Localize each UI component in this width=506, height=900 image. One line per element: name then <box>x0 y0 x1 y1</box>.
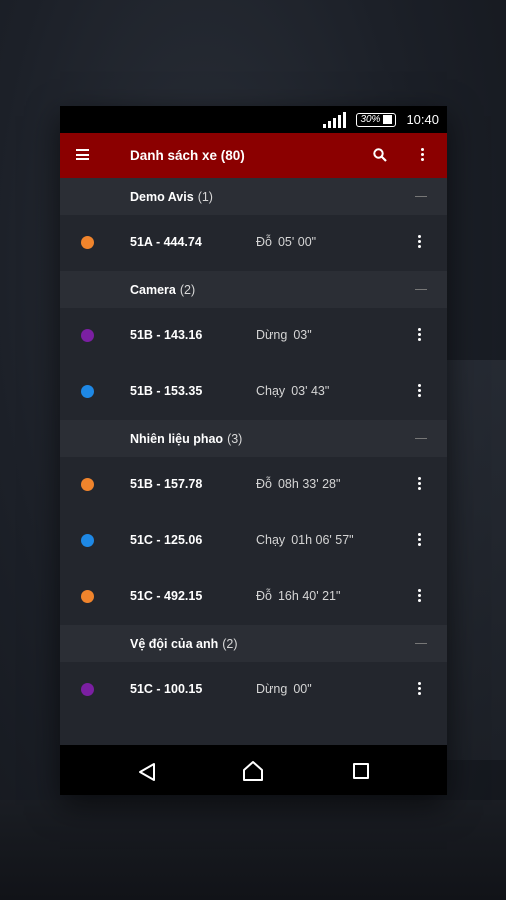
vehicle-duration: 05' 00" <box>277 235 317 249</box>
status-dot <box>81 478 94 491</box>
status-dot <box>81 590 94 603</box>
vehicle-row[interactable]: 51C - 492.15 Đỗ 16h 40' 21" <box>60 569 447 625</box>
phone-screen: 30% 10:40 Danh sách xe (80) Demo Avis (1)… <box>60 106 447 795</box>
vehicle-state: Đỗ 08h 33' 28" <box>256 477 341 491</box>
group-header[interactable]: Nhiên liệu phao (3) <box>60 420 447 457</box>
collapse-icon[interactable] <box>415 643 427 644</box>
vehicle-duration: 03" <box>293 328 312 342</box>
group-count: (2) <box>179 282 196 297</box>
row-menu-icon[interactable] <box>418 682 422 698</box>
vehicle-plate: 51B - 157.78 <box>130 477 203 491</box>
vehicle-row[interactable]: 51A - 444.74 Đỗ 05' 00" <box>60 215 447 271</box>
vehicle-state: Đỗ 16h 40' 21" <box>256 589 341 603</box>
vehicle-state: Đỗ 05' 00" <box>256 235 317 249</box>
row-menu-icon[interactable] <box>418 589 422 605</box>
navigation-bar <box>60 745 447 795</box>
vehicle-plate: 51C - 100.15 <box>130 682 203 696</box>
collapse-icon[interactable] <box>415 289 427 290</box>
page-title: Danh sách xe (80) <box>130 148 245 163</box>
vehicle-row[interactable]: 51C - 125.06 Chạy 01h 06' 57" <box>60 513 447 569</box>
collapse-icon[interactable] <box>415 438 427 439</box>
status-dot <box>81 236 94 249</box>
battery-icon: 30% <box>356 112 397 127</box>
clock: 10:40 <box>406 112 439 127</box>
row-menu-icon[interactable] <box>418 533 422 549</box>
vehicle-row[interactable]: 51B - 143.16 Dừng 03" <box>60 308 447 364</box>
menu-icon[interactable] <box>76 149 89 160</box>
vehicle-state: Dừng 03" <box>256 328 312 342</box>
background-decoration <box>0 800 506 900</box>
vehicle-list: Demo Avis (1) 51A - 444.74 Đỗ 05' 00" Came… <box>60 178 447 718</box>
group-name: Nhiên liệu phao (3) <box>130 431 243 446</box>
vehicle-plate: 51B - 153.35 <box>130 384 203 398</box>
vehicle-plate: 51A - 444.74 <box>130 235 202 249</box>
collapse-icon[interactable] <box>415 196 427 197</box>
vehicle-duration: 00" <box>293 682 312 696</box>
group-name: Camera (2) <box>130 282 196 297</box>
row-menu-icon[interactable] <box>418 235 422 251</box>
vehicle-state: Dừng 00" <box>256 682 312 696</box>
group-header[interactable]: Camera (2) <box>60 271 447 308</box>
vehicle-state: Chạy 03' 43" <box>256 384 330 398</box>
row-menu-icon[interactable] <box>418 384 422 400</box>
home-icon[interactable] <box>242 760 264 782</box>
group-header[interactable]: Demo Avis (1) <box>60 178 447 215</box>
vehicle-row[interactable]: 51C - 100.15 Dừng 00" <box>60 662 447 718</box>
recent-apps-icon[interactable] <box>353 763 369 779</box>
search-icon[interactable] <box>373 148 387 162</box>
charging-icon <box>383 115 393 124</box>
row-menu-icon[interactable] <box>418 477 422 493</box>
vehicle-plate: 51B - 143.16 <box>130 328 203 342</box>
vehicle-duration: 01h 06' 57" <box>291 533 354 547</box>
group-count: (3) <box>227 431 243 446</box>
vehicle-state: Chạy 01h 06' 57" <box>256 533 354 547</box>
overflow-menu-icon[interactable] <box>421 148 425 162</box>
vehicle-duration: 16h 40' 21" <box>277 589 341 603</box>
vehicle-row[interactable]: 51B - 157.78 Đỗ 08h 33' 28" <box>60 457 447 513</box>
group-count: (2) <box>222 636 238 651</box>
group-name: Vệ đội của anh (2) <box>130 636 238 651</box>
vehicle-duration: 03' 43" <box>291 384 330 398</box>
signal-icon <box>323 111 347 128</box>
status-dot <box>81 385 94 398</box>
background-decoration <box>440 360 506 760</box>
app-bar: Danh sách xe (80) <box>60 133 447 178</box>
status-dot <box>81 329 94 342</box>
vehicle-plate: 51C - 125.06 <box>130 533 203 547</box>
back-icon[interactable] <box>138 762 156 782</box>
group-header[interactable]: Vệ đội của anh (2) <box>60 625 447 662</box>
status-dot <box>81 534 94 547</box>
vehicle-plate: 51C - 492.15 <box>130 589 203 603</box>
group-count: (1) <box>197 189 213 204</box>
battery-level: 30% <box>360 114 381 125</box>
status-dot <box>81 683 94 696</box>
group-name: Demo Avis (1) <box>130 189 213 204</box>
vehicle-row[interactable]: 51B - 153.35 Chạy 03' 43" <box>60 364 447 420</box>
row-menu-icon[interactable] <box>418 328 422 344</box>
status-bar: 30% 10:40 <box>60 106 447 133</box>
vehicle-duration: 08h 33' 28" <box>277 477 341 491</box>
